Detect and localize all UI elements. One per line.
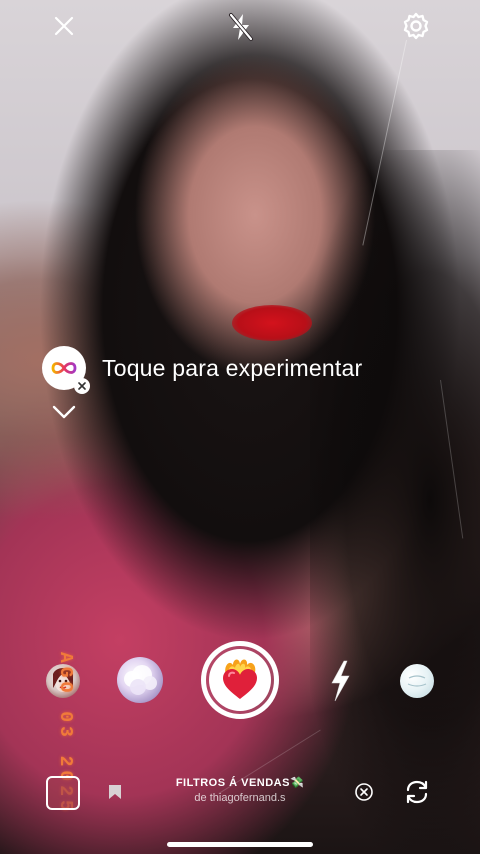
infinity-icon (51, 362, 77, 374)
remove-effect-badge[interactable] (74, 378, 90, 394)
flip-camera-icon (406, 780, 428, 804)
filter-4[interactable] (329, 660, 351, 702)
background-lips (232, 305, 312, 341)
settings-button[interactable] (400, 10, 432, 42)
bottom-bar: FILTROS Á VENDAS💸 de thiagofernand.s (0, 760, 480, 830)
filter-5[interactable] (400, 664, 434, 698)
expand-button[interactable] (52, 405, 76, 424)
effect-name: FILTROS Á VENDAS💸 (175, 777, 305, 789)
home-indicator[interactable] (167, 842, 313, 847)
effect-info[interactable]: FILTROS Á VENDAS💸 de thiagofernand.s (140, 776, 340, 804)
selected-filter (209, 649, 271, 711)
close-icon (78, 382, 86, 390)
filter-2[interactable] (117, 657, 163, 703)
capture-button[interactable] (201, 641, 279, 719)
try-effect-label[interactable]: Toque para experimentar (102, 355, 362, 382)
background-hair (310, 150, 480, 850)
try-effect-prompt[interactable]: Toque para experimentar (42, 346, 362, 394)
chevron-down-icon (52, 405, 76, 419)
flash-button[interactable] (224, 10, 258, 44)
close-button[interactable] (50, 12, 78, 40)
flash-off-icon (229, 13, 253, 41)
remove-effect-button[interactable] (354, 782, 374, 807)
clouds-filter-icon (124, 665, 157, 695)
close-icon (54, 16, 74, 36)
bubble-filter-icon (407, 675, 427, 687)
close-circle-icon (355, 783, 373, 801)
burning-heart-icon (223, 659, 257, 699)
gear-icon (403, 12, 429, 40)
effect-creator[interactable]: de thiagofernand.s (140, 792, 340, 804)
flip-camera-button[interactable] (403, 778, 431, 811)
lightning-filter-icon (331, 660, 350, 702)
bookmark-icon (109, 785, 121, 799)
camera-viewfinder[interactable]: Toque para experimentar AGO 03 2025 FILT… (0, 0, 480, 854)
save-effect-button[interactable] (108, 784, 122, 805)
effect-badge[interactable] (42, 346, 90, 394)
gallery-button[interactable] (46, 776, 80, 810)
